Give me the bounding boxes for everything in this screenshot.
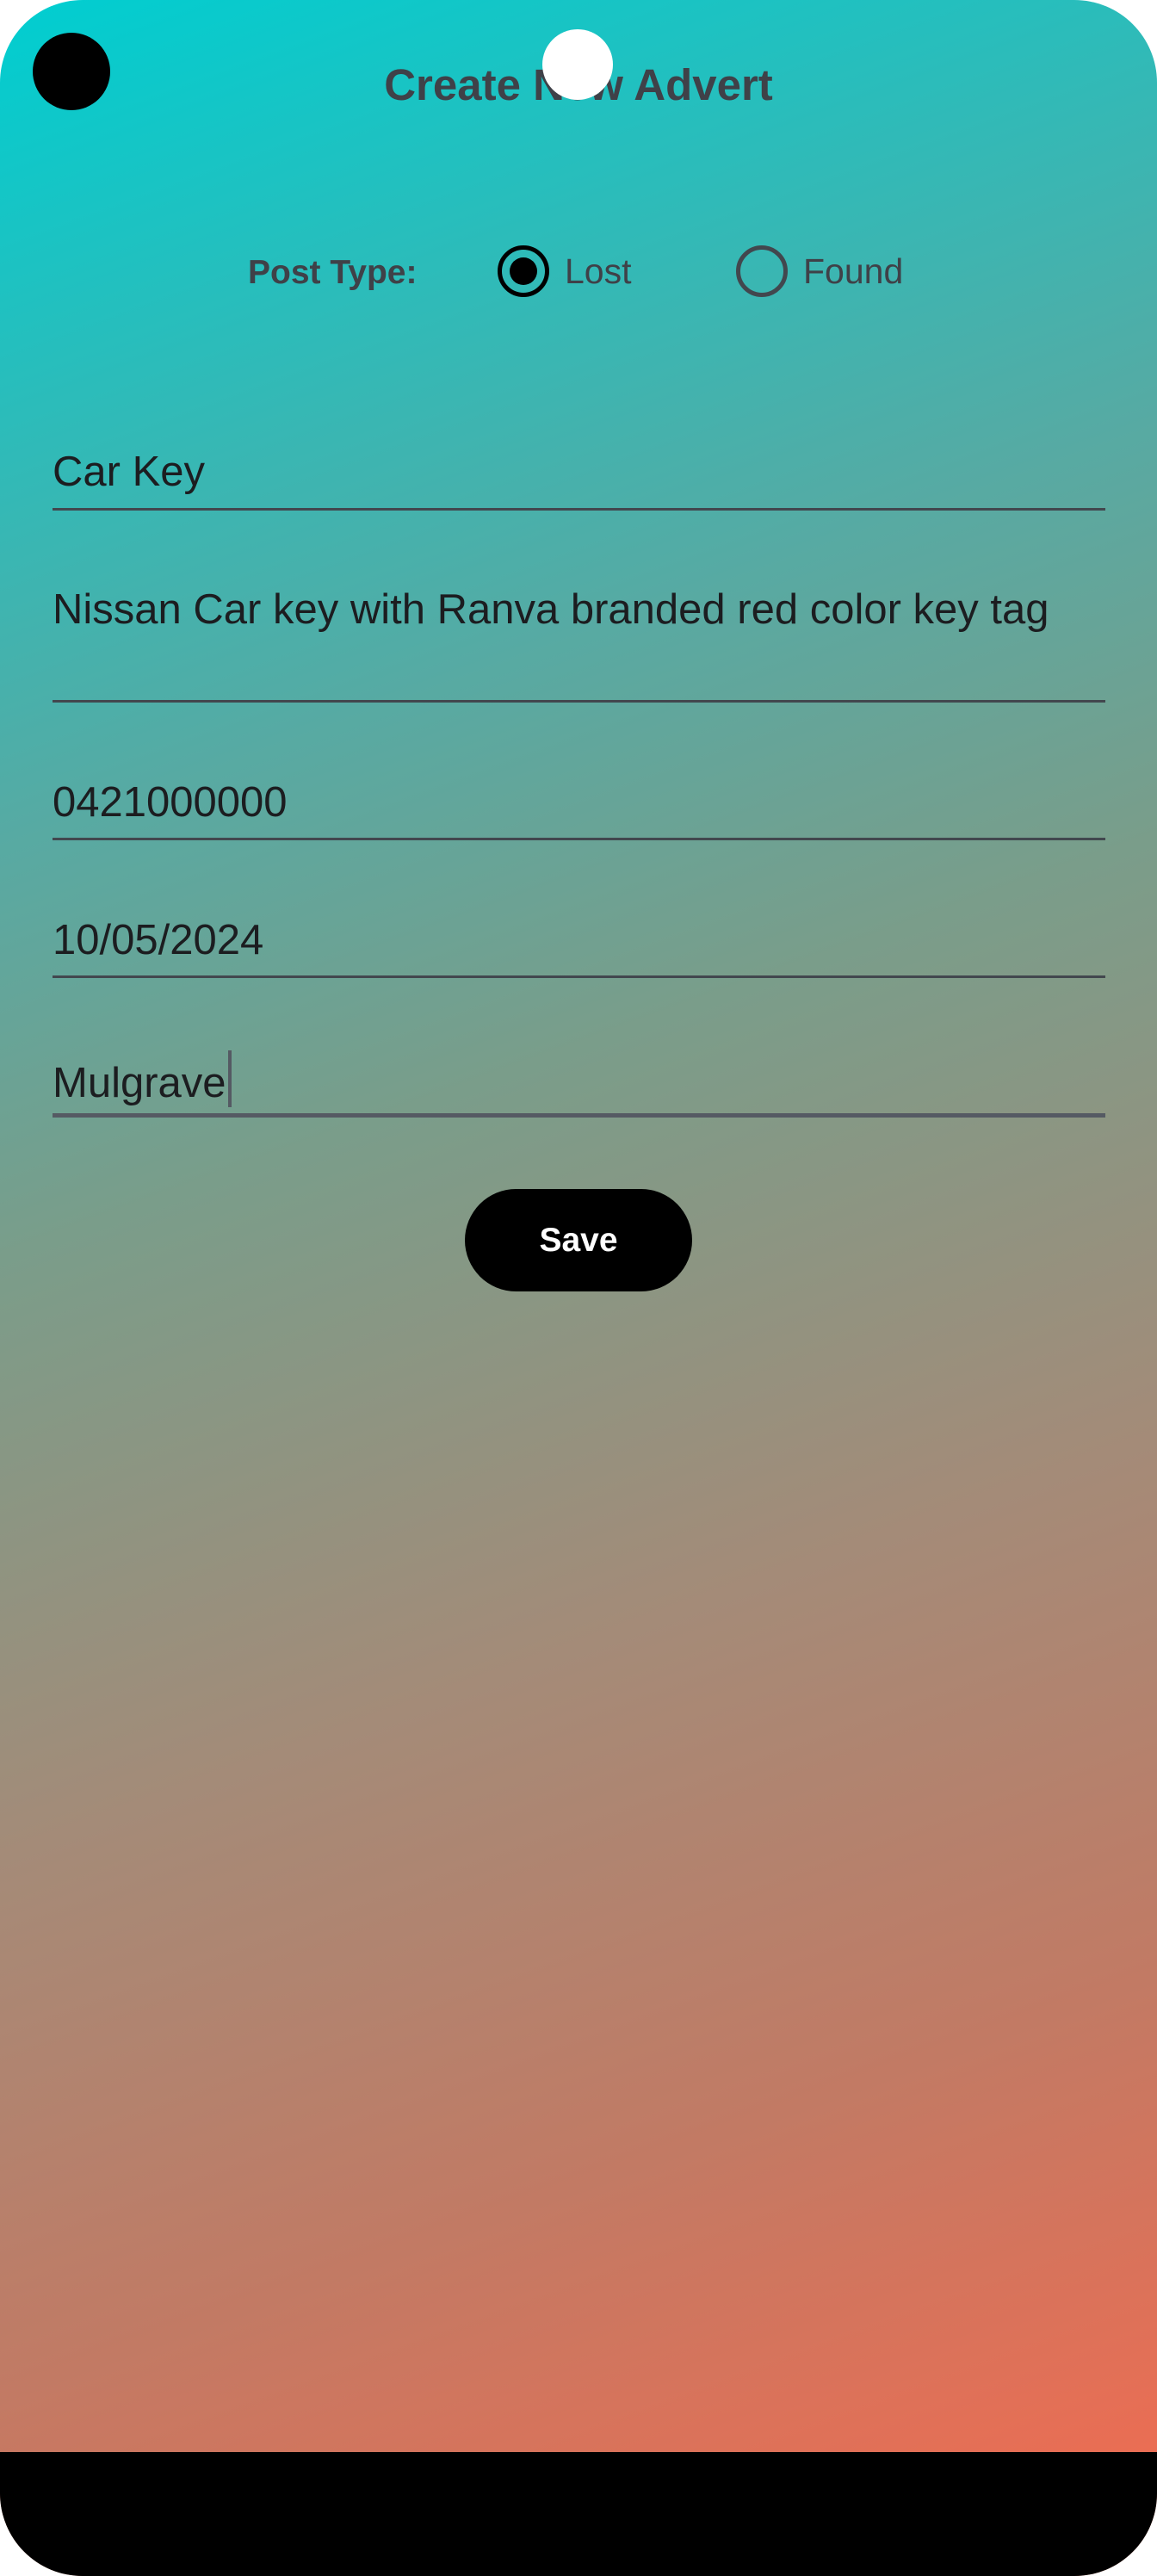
radio-label-lost: Lost xyxy=(565,251,632,291)
location-field[interactable]: Mulgrave xyxy=(53,1050,1105,1118)
radio-checked-icon xyxy=(498,245,549,297)
radio-option-found[interactable]: Found xyxy=(736,244,903,299)
radio-label-found: Found xyxy=(803,251,904,291)
save-button[interactable]: Save xyxy=(465,1189,692,1291)
description-value: Nissan Car key with Ranva branded red co… xyxy=(53,586,1049,633)
phone-screen: Create New Advert Post Type: Lost Found … xyxy=(0,0,1157,2576)
text-cursor xyxy=(227,1050,232,1107)
radio-option-lost[interactable]: Lost xyxy=(498,244,632,299)
date-value: 10/05/2024 xyxy=(53,917,264,963)
system-navigation-bar xyxy=(0,2452,1157,2576)
location-value: Mulgrave xyxy=(53,1060,226,1106)
post-type-label: Post Type: xyxy=(248,254,418,291)
item-name-value: Car Key xyxy=(53,449,206,495)
touch-indicator xyxy=(542,29,613,100)
item-name-field[interactable]: Car Key xyxy=(53,444,1105,511)
description-field[interactable]: Nissan Car key with Ranva branded red co… xyxy=(53,582,1105,703)
phone-field[interactable]: 0421000000 xyxy=(53,775,1105,840)
date-field[interactable]: 10/05/2024 xyxy=(53,913,1105,978)
phone-value: 0421000000 xyxy=(53,779,288,826)
post-type-group: Post Type: Lost Found xyxy=(0,237,1157,306)
radio-unchecked-icon xyxy=(736,245,788,297)
